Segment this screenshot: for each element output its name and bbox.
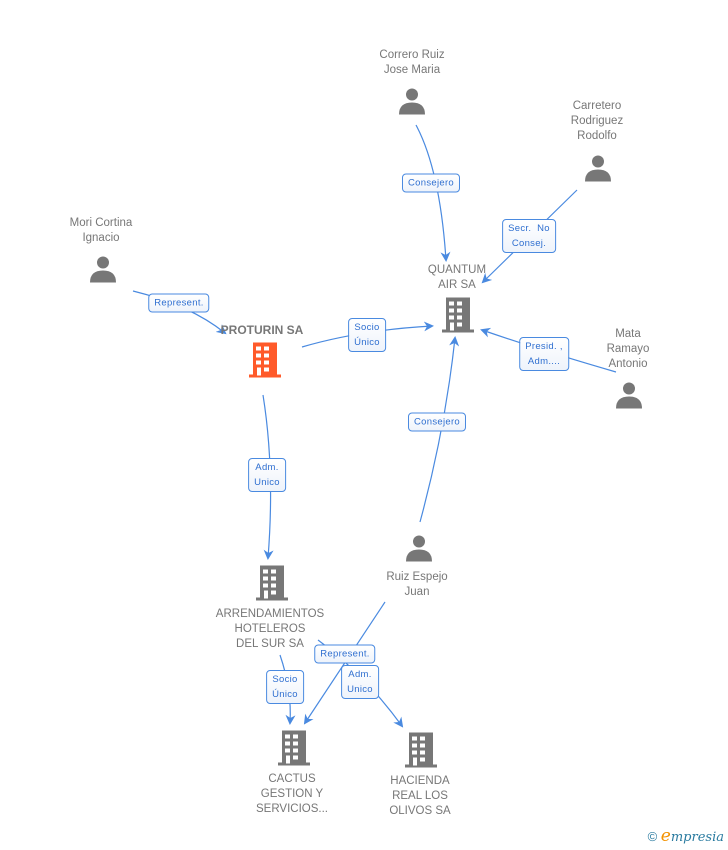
edge-label[interactable]: Socio Único — [266, 670, 304, 704]
node-label-line: SERVICIOS... — [255, 803, 329, 815]
building-icon[interactable] — [441, 297, 475, 338]
edge-label[interactable]: Represent. — [314, 644, 376, 664]
person-icon[interactable] — [89, 255, 117, 288]
node-label-arrend[interactable]: ARRENDAMIENTOS HOTELEROS DEL SUR SA — [216, 607, 324, 652]
node-label-line: HOTELEROS — [234, 623, 306, 635]
edge-label[interactable]: Secr. No Consej. — [502, 219, 556, 253]
node-label-line: AIR SA — [438, 279, 476, 291]
edge-label[interactable]: Adm. Unico — [248, 458, 286, 492]
brand-logo: empresia — [661, 826, 724, 846]
edge-label[interactable]: Consejero — [407, 412, 467, 432]
node-label-hacienda[interactable]: HACIENDA REAL LOS OLIVOS SA — [389, 774, 450, 819]
node-label-correro[interactable]: Correro Ruiz Jose Maria — [379, 48, 444, 78]
node-label-line: CACTUS — [268, 773, 316, 785]
node-label-line: GESTION Y — [260, 788, 324, 800]
edge-label[interactable]: Presid. , Adm.... — [519, 337, 569, 371]
edge-label[interactable]: Socio Único — [348, 318, 386, 352]
edge-label[interactable]: Consejero — [401, 173, 461, 193]
node-label-line: Ruiz Espejo — [386, 571, 448, 583]
node-label-line: Carretero — [572, 100, 622, 112]
edge-label[interactable]: Represent. — [148, 293, 210, 313]
node-label-line: REAL LOS — [392, 790, 448, 802]
node-label-line: Ignacio — [82, 232, 120, 244]
brand-name: mpresia — [670, 830, 724, 845]
person-icon[interactable] — [398, 87, 426, 120]
building-icon[interactable] — [277, 730, 311, 771]
node-label-line: Mata — [615, 328, 641, 340]
node-label-line: Jose Maria — [383, 64, 441, 76]
node-label-ruiz[interactable]: Ruiz Espejo Juan — [386, 570, 447, 600]
copyright-logo: © empresia — [648, 826, 724, 846]
node-label-line: Rodolfo — [577, 130, 617, 142]
node-label-carretero[interactable]: Carretero Rodriguez Rodolfo — [571, 99, 623, 144]
node-label-line: PROTURIN SA — [220, 323, 304, 337]
person-icon[interactable] — [405, 534, 433, 567]
person-icon[interactable] — [615, 381, 643, 414]
node-label-line: Juan — [404, 586, 430, 598]
brand-initial: e — [660, 826, 671, 846]
node-label-line: Rodriguez — [570, 115, 624, 127]
node-label-line: ARRENDAMIENTOS — [215, 608, 325, 620]
node-label-line: Mori Cortina — [69, 217, 133, 229]
node-label-quantum[interactable]: QUANTUM AIR SA — [428, 263, 486, 293]
building-icon[interactable] — [404, 732, 438, 773]
building-icon[interactable] — [255, 565, 289, 606]
copyright-symbol: © — [647, 829, 658, 844]
node-label-cactus[interactable]: CACTUS GESTION Y SERVICIOS... — [256, 772, 328, 817]
node-label-mata[interactable]: Mata Ramayo Antonio — [607, 327, 650, 372]
node-label-mori[interactable]: Mori Cortina Ignacio — [70, 216, 133, 246]
node-label-line: DEL SUR SA — [236, 638, 304, 650]
node-label-line: HACIENDA — [390, 775, 450, 787]
building-icon[interactable] — [248, 342, 282, 383]
edge-correro-quantum — [415, 124, 451, 262]
node-label-line: OLIVOS SA — [389, 805, 451, 817]
node-label-line: Ramayo — [606, 343, 650, 355]
person-icon[interactable] — [584, 154, 612, 187]
node-label-line: Antonio — [608, 358, 648, 370]
node-label-line: Correro Ruiz — [379, 49, 445, 61]
node-label-line: QUANTUM — [427, 264, 487, 276]
edge-label[interactable]: Adm. Unico — [341, 665, 379, 699]
node-label-proturin[interactable]: PROTURIN SA — [221, 323, 304, 338]
